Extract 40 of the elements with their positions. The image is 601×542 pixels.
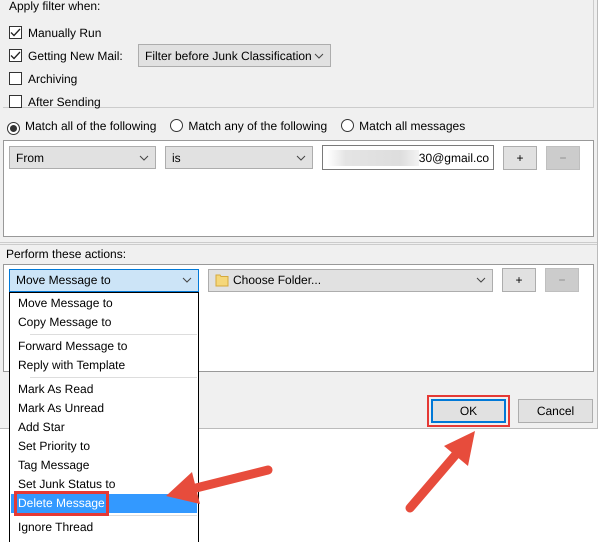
folder-select[interactable]: Choose Folder...: [208, 268, 493, 292]
menu-item[interactable]: Ignore Thread: [17, 518, 94, 537]
menu-item[interactable]: Add Star: [17, 418, 66, 437]
dialog-button[interactable]: Cancel: [518, 399, 593, 423]
chevron-icon: [296, 154, 306, 160]
chevron-icon: [314, 52, 324, 58]
value-field[interactable]: 30@gmail.co: [322, 145, 494, 170]
chevron-icon: [182, 277, 192, 283]
radio-option[interactable]: Match any of the following: [170, 117, 328, 135]
menu-item[interactable]: Tag Message: [17, 456, 90, 475]
menu-item[interactable]: Forward Message to: [17, 337, 128, 356]
menu-item[interactable]: Set Priority to: [17, 437, 92, 456]
checkbox[interactable]: [9, 95, 22, 108]
dialog-button[interactable]: OK: [431, 399, 506, 423]
add-button[interactable]: +: [502, 268, 536, 292]
chevron-icon: [476, 277, 486, 283]
group-label: Apply filter when:: [9, 0, 102, 13]
menu-item[interactable]: Mark As Read: [17, 380, 94, 399]
checkbox[interactable]: [9, 49, 22, 62]
menu-item[interactable]: Mark As Unread: [17, 399, 106, 418]
dropdown-select[interactable]: Filter before Junk Classification: [138, 44, 331, 67]
radio-option[interactable]: Match all messages: [341, 117, 466, 135]
field-select[interactable]: From: [9, 146, 156, 169]
menu-item[interactable]: Reply with Template: [17, 356, 126, 375]
operator-select[interactable]: is: [165, 146, 313, 169]
menu-item[interactable]: Set Junk Status to: [17, 475, 116, 494]
folder-icon: [215, 273, 229, 287]
menu-item[interactable]: Move Message to: [17, 294, 114, 313]
action-select[interactable]: Move Message to: [9, 268, 199, 292]
radio-option[interactable]: Match all of the following: [7, 117, 156, 135]
menu-item[interactable]: Copy Message to: [17, 313, 112, 332]
section-label: Perform these actions:: [6, 247, 128, 261]
checkbox-label: Getting New Mail:: [28, 48, 124, 64]
chevron-icon: [139, 154, 149, 160]
checkbox-label: Manually Run: [28, 24, 102, 42]
checkbox[interactable]: [9, 72, 22, 85]
checkbox[interactable]: [9, 26, 22, 39]
checkbox-label: Archiving: [28, 70, 78, 88]
add-button[interactable]: +: [503, 146, 537, 170]
checkbox-label: After Sending: [28, 94, 101, 110]
